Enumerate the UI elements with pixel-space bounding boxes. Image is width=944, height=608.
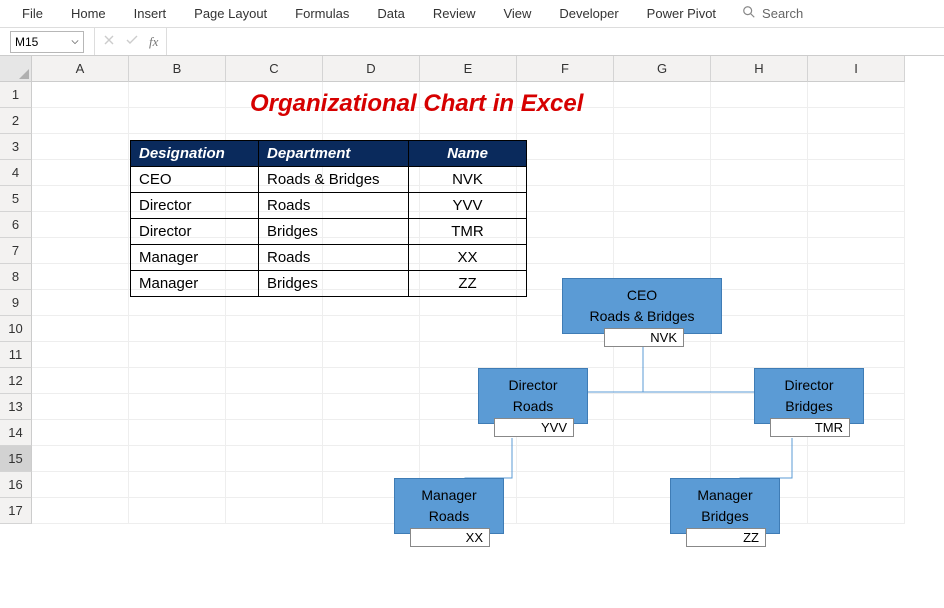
col-header[interactable]: F [517,56,614,82]
row-header[interactable]: 6 [0,212,32,238]
col-header[interactable]: H [711,56,808,82]
th-designation: Designation [131,141,259,167]
col-header[interactable]: A [32,56,129,82]
tab-view[interactable]: View [489,2,545,25]
col-header[interactable]: E [420,56,517,82]
fx-icon[interactable]: fx [149,34,158,50]
org-name-tag: YVV [494,418,574,437]
sheet-grid[interactable]: A B C D E F G H I 1 2 3 4 5 6 7 8 9 10 1… [0,56,944,524]
org-node-director-bridges[interactable]: Director Bridges [754,368,864,424]
row-header[interactable]: 8 [0,264,32,290]
org-node-title: CEO [627,285,657,306]
org-node-title: Manager [421,485,476,506]
col-header[interactable]: B [129,56,226,82]
th-department: Department [259,141,409,167]
select-all-corner[interactable] [0,56,32,82]
row-header[interactable]: 11 [0,342,32,368]
tab-page-layout[interactable]: Page Layout [180,2,281,25]
th-name: Name [409,141,527,167]
org-node-dept: Roads [513,396,553,417]
org-name-tag: XX [410,528,490,547]
org-name-tag: ZZ [686,528,766,547]
org-node-manager-roads[interactable]: Manager Roads [394,478,504,534]
cancel-icon[interactable] [103,34,115,49]
org-node-dept: Roads & Bridges [589,306,694,327]
org-name-tag: TMR [770,418,850,437]
table-row: DirectorRoadsYVV [131,193,527,219]
checkmark-icon[interactable] [125,34,139,49]
row-header[interactable]: 7 [0,238,32,264]
formula-input[interactable] [166,28,944,55]
row-header[interactable]: 17 [0,498,32,524]
row-header[interactable]: 1 [0,82,32,108]
row-header[interactable]: 16 [0,472,32,498]
row-header[interactable]: 5 [0,186,32,212]
org-chart[interactable]: CEO Roads & Bridges NVK Director Roads Y… [380,278,920,608]
row-header[interactable]: 2 [0,108,32,134]
org-node-dept: Bridges [701,506,748,527]
tab-power-pivot[interactable]: Power Pivot [633,2,730,25]
table-row: ManagerRoadsXX [131,245,527,271]
tab-data[interactable]: Data [363,2,418,25]
org-node-title: Director [508,375,557,396]
row-header-selected[interactable]: 15 [0,446,32,472]
col-header[interactable]: C [226,56,323,82]
table-header-row: Designation Department Name [131,141,527,167]
tab-insert[interactable]: Insert [120,2,181,25]
tab-file[interactable]: File [8,2,57,25]
org-node-ceo[interactable]: CEO Roads & Bridges [562,278,722,334]
row-header[interactable]: 10 [0,316,32,342]
tab-formulas[interactable]: Formulas [281,2,363,25]
ribbon-search[interactable]: Search [730,5,815,22]
org-node-dept: Bridges [785,396,832,417]
org-name-tag: NVK [604,328,684,347]
table-row: CEORoads & BridgesNVK [131,167,527,193]
org-node-manager-bridges[interactable]: Manager Bridges [670,478,780,534]
name-box[interactable]: M15 [10,31,84,53]
org-data-table: Designation Department Name CEORoads & B… [130,140,527,297]
search-placeholder: Search [762,6,803,21]
row-header[interactable]: 4 [0,160,32,186]
tab-review[interactable]: Review [419,2,490,25]
row-header[interactable]: 12 [0,368,32,394]
row-header[interactable]: 9 [0,290,32,316]
name-box-value: M15 [15,35,38,49]
col-header[interactable]: G [614,56,711,82]
col-header[interactable]: I [808,56,905,82]
org-node-director-roads[interactable]: Director Roads [478,368,588,424]
org-node-title: Director [784,375,833,396]
row-header[interactable]: 13 [0,394,32,420]
tab-developer[interactable]: Developer [545,2,632,25]
table-row: DirectorBridgesTMR [131,219,527,245]
org-node-title: Manager [697,485,752,506]
org-node-dept: Roads [429,506,469,527]
tab-home[interactable]: Home [57,2,120,25]
chevron-down-icon [71,35,79,49]
row-header[interactable]: 3 [0,134,32,160]
row-header[interactable]: 14 [0,420,32,446]
formula-bar: M15 fx [0,28,944,56]
col-header[interactable]: D [323,56,420,82]
search-icon [742,5,756,22]
ribbon-tabs: File Home Insert Page Layout Formulas Da… [0,0,944,28]
page-title: Organizational Chart in Excel [250,90,583,118]
